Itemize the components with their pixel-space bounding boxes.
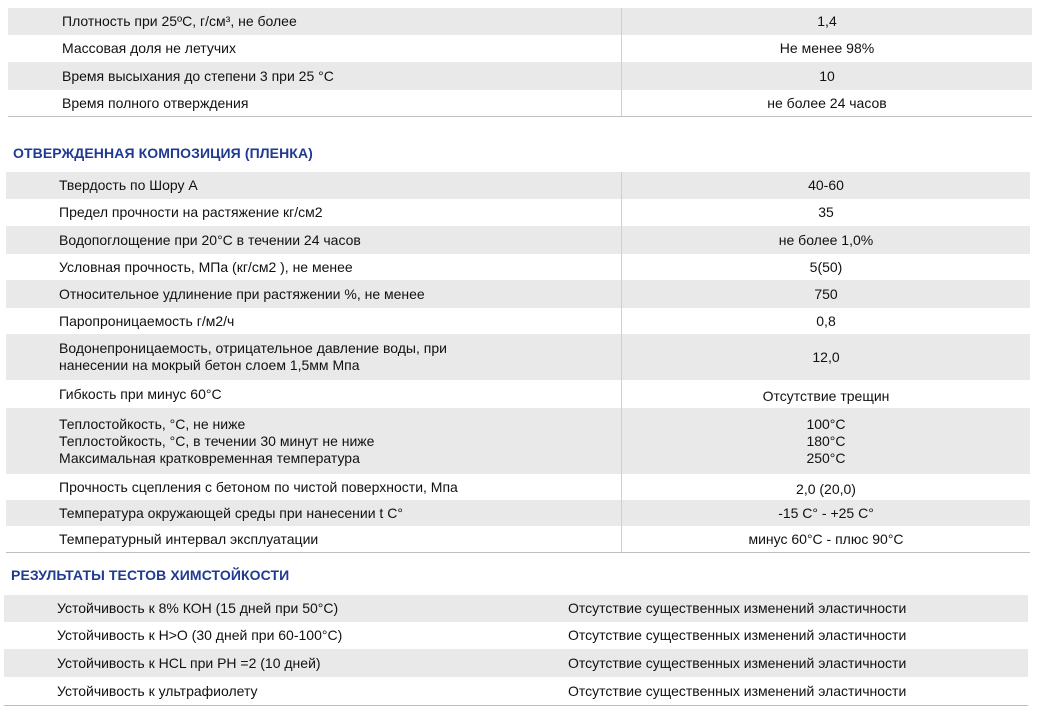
property-value: 12,0	[812, 348, 840, 365]
table-row: Массовая доля не летучих Не менее 98%	[8, 35, 1032, 62]
property-value: 40-60	[808, 177, 844, 193]
property-value: Отсутствие трещин	[762, 387, 890, 404]
property-value: не более 1,0%	[778, 231, 874, 248]
property-name: Массовая доля не летучих	[62, 40, 236, 56]
property-value: 35	[818, 204, 834, 220]
property-value: 2,0 (20,0)	[796, 480, 856, 497]
section-title: РЕЗУЛЬТАТЫ ТЕСТОВ ХИМСТОЙКОСТИ	[11, 567, 290, 583]
property-name: Прочность сцепления с бетоном по чистой …	[59, 478, 458, 495]
table-row: Теплостойкость, °С, не ниже Теплостойкос…	[6, 408, 1030, 474]
property-name: Плотность при 25ºС, г/см³, не более	[62, 13, 297, 29]
test-result: Отсутствие существенных изменений эласти…	[568, 654, 907, 671]
table-row: Водонепроницаемость, отрицательное давле…	[6, 334, 1030, 380]
table-row: Температура окружающей среды при нанесен…	[6, 500, 1030, 526]
property-name: Теплостойкость, °С, не ниже Теплостойкос…	[59, 415, 375, 466]
property-name: Температура окружающей среды при нанесен…	[59, 504, 403, 521]
table-bottom-rule	[4, 705, 1028, 706]
table-row: Время высыхания до степени 3 при 25 °С 1…	[8, 62, 1032, 90]
test-result: Отсутствие существенных изменений эласти…	[568, 627, 907, 643]
table-row: Устойчивость к ультрафиолету Отсутствие …	[4, 677, 1028, 705]
property-name: Паропроницаемость г/м2/ч	[59, 312, 235, 329]
property-name: Предел прочности на растяжение кг/см2	[59, 204, 323, 220]
film-properties-table: Твердость по Шору А 40-60 Предел прочнос…	[6, 172, 1030, 552]
property-name: Условная прочность, МПа (кг/см2 ), не ме…	[59, 258, 353, 275]
property-value: 5(50)	[809, 258, 843, 275]
property-value: 1,4	[817, 13, 837, 29]
property-value: 10	[819, 67, 835, 84]
property-value: минус 60°С - плюс 90°С	[748, 530, 904, 547]
table-row: Плотность при 25ºС, г/см³, не более 1,4	[8, 8, 1032, 35]
property-value: 750	[814, 285, 838, 302]
table-row: Устойчивость к 8% КОН (15 дней при 50°С)…	[4, 595, 1028, 622]
property-name: Время высыхания до степени 3 при 25 °С	[62, 67, 334, 84]
table-row: Условная прочность, МПа (кг/см2 ), не ме…	[6, 254, 1030, 280]
test-name: Устойчивость к ультрафиолету	[57, 682, 258, 699]
test-name: Устойчивость к HCL при РН =2 (10 дней)	[57, 654, 321, 671]
table-row: Гибкость при минус 60°С Отсутствие трещи…	[6, 380, 1030, 408]
test-name: Устойчивость к Н>О (30 дней при 60-100°С…	[57, 627, 343, 643]
table-row: Относительное удлинение при растяжении %…	[6, 280, 1030, 308]
property-name: Твердость по Шору А	[59, 177, 198, 193]
property-value: 100°С 180°С 250°С	[806, 415, 846, 466]
table-row: Время полного отверждения не более 24 ча…	[8, 90, 1032, 117]
test-result: Отсутствие существенных изменений эласти…	[568, 600, 907, 616]
property-value: 0,8	[816, 312, 836, 329]
property-name: Гибкость при минус 60°С	[59, 385, 222, 402]
table-row: Устойчивость к Н>О (30 дней при 60-100°С…	[4, 622, 1028, 649]
table-row: Твердость по Шору А 40-60	[6, 172, 1030, 199]
table-row: Температурный интервал эксплуатации мину…	[6, 526, 1030, 552]
test-name: Устойчивость к 8% КОН (15 дней при 50°С)	[57, 600, 339, 616]
test-result: Отсутствие существенных изменений эласти…	[568, 682, 907, 699]
property-value: -15 С° - +25 С°	[778, 504, 874, 521]
table-row: Паропроницаемость г/м2/ч 0,8	[6, 308, 1030, 334]
property-value: не более 24 часов	[767, 95, 887, 111]
section-title: ОТВЕРЖДЕННАЯ КОМПОЗИЦИЯ (ПЛЕНКА)	[13, 145, 313, 161]
property-name: Водонепроницаемость, отрицательное давле…	[59, 340, 447, 373]
table-row: Устойчивость к HCL при РН =2 (10 дней) О…	[4, 649, 1028, 677]
chemical-resistance-table: Устойчивость к 8% КОН (15 дней при 50°С)…	[4, 595, 1028, 705]
table-row: Прочность сцепления с бетоном по чистой …	[6, 474, 1030, 500]
property-name: Время полного отверждения	[62, 95, 249, 111]
property-value: Не менее 98%	[779, 40, 875, 56]
table-row: Водопоглощение при 20°С в течении 24 час…	[6, 226, 1030, 254]
properties-table: Плотность при 25ºС, г/см³, не более 1,4 …	[8, 8, 1032, 117]
table-row: Предел прочности на растяжение кг/см2 35	[6, 199, 1030, 226]
property-name: Относительное удлинение при растяжении %…	[59, 285, 425, 302]
table-bottom-rule	[6, 552, 1030, 553]
property-name: Водопоглощение при 20°С в течении 24 час…	[59, 231, 361, 248]
property-name: Температурный интервал эксплуатации	[59, 530, 319, 547]
table-bottom-rule	[8, 116, 1032, 117]
